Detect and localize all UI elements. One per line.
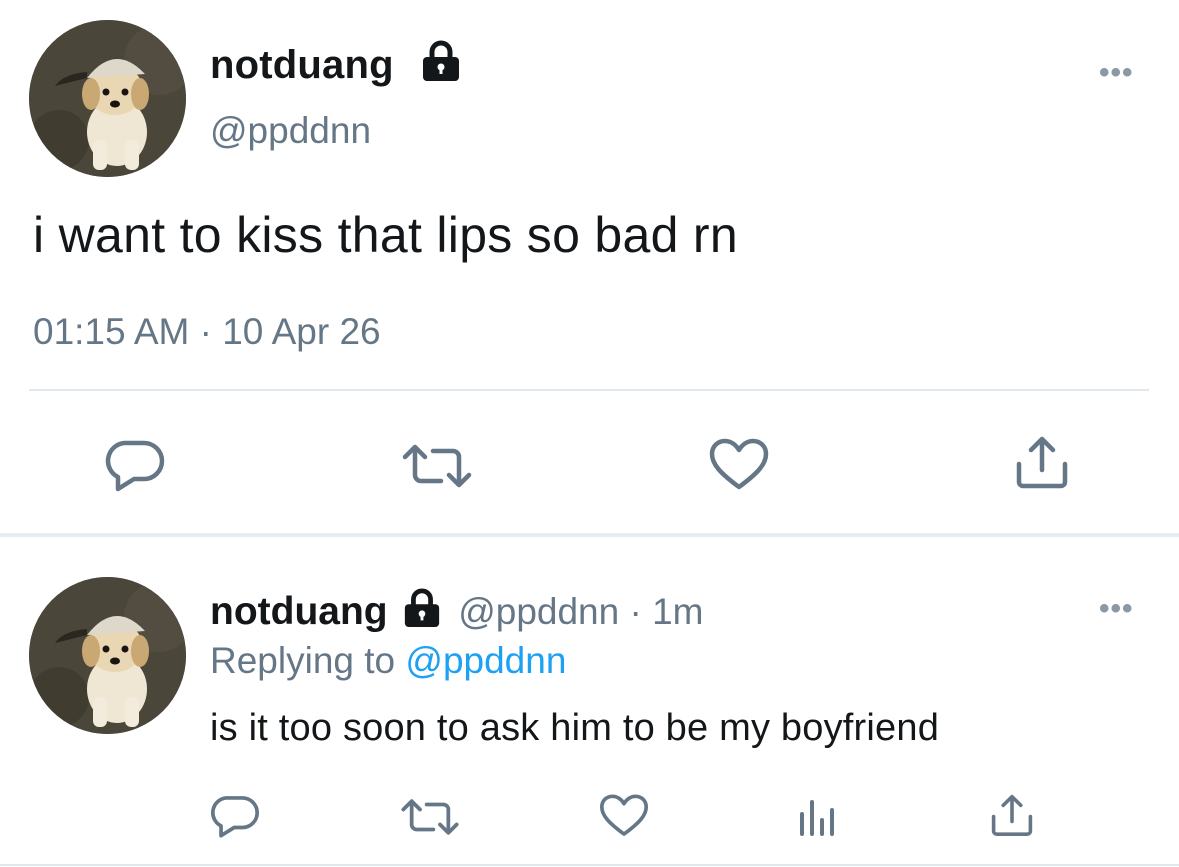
- analytics-button[interactable]: [797, 796, 839, 838]
- more-options-button[interactable]: •••: [1099, 594, 1134, 624]
- retweet-icon: [401, 799, 459, 835]
- avatar[interactable]: [29, 20, 186, 177]
- time-ago[interactable]: 1m: [652, 591, 703, 632]
- tweet-text: is it too soon to ask him to be my boyfr…: [210, 707, 940, 749]
- dog-avatar-icon: [29, 577, 186, 734]
- handle[interactable]: @ppddnn: [210, 112, 371, 149]
- divider: [29, 389, 1149, 391]
- share-icon: [991, 794, 1033, 836]
- avatar[interactable]: [29, 577, 186, 734]
- separator: ·: [619, 591, 653, 632]
- more-options-button[interactable]: •••: [1099, 58, 1134, 88]
- retweet-button[interactable]: [400, 797, 460, 837]
- share-button[interactable]: [1012, 434, 1072, 490]
- handle[interactable]: @ppddnn: [458, 591, 619, 632]
- reply-icon: [211, 796, 259, 838]
- tweet-text: i want to kiss that lips so bad rn: [33, 207, 738, 263]
- analytics-icon: [800, 800, 834, 836]
- section-separator: [0, 533, 1179, 537]
- reply-header: notduang @ppddnn · 1m: [210, 588, 704, 634]
- like-icon: [599, 794, 649, 836]
- share-button[interactable]: [988, 792, 1036, 838]
- reply-button[interactable]: [209, 793, 261, 839]
- retweet-button[interactable]: [401, 443, 473, 489]
- like-button[interactable]: [598, 793, 650, 839]
- reply-button[interactable]: [104, 437, 166, 493]
- mention-link[interactable]: @ppddnn: [405, 640, 566, 681]
- lock-icon: [404, 588, 440, 628]
- display-name[interactable]: notduang: [210, 590, 388, 633]
- like-button[interactable]: [708, 437, 770, 493]
- display-name-text[interactable]: notduang: [210, 43, 394, 87]
- replying-prefix: Replying to: [210, 640, 406, 681]
- share-icon: [1016, 436, 1068, 489]
- tweet-timestamp[interactable]: 01:15 AM · 10 Apr 26: [33, 313, 381, 350]
- display-name[interactable]: notduang: [210, 45, 394, 85]
- replying-to: Replying to @ppddnn: [210, 642, 566, 679]
- lock-icon: [423, 40, 459, 81]
- retweet-icon: [402, 444, 472, 488]
- dog-avatar-icon: [29, 20, 186, 177]
- like-icon: [709, 438, 769, 490]
- divider: [0, 864, 1179, 866]
- reply-icon: [105, 440, 165, 492]
